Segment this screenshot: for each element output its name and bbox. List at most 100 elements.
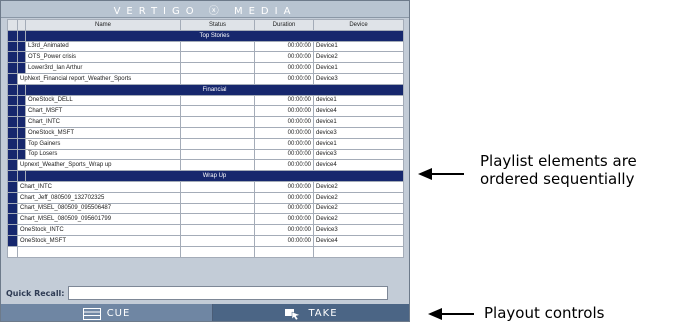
playlist-window: VERTIGO ⓧ MEDIA Name Status Duration Dev… [0,0,410,322]
playlist-row[interactable]: Chart_MSEL_080509_095601799 00:00:00 Devic… [7,213,404,226]
cell-status [180,245,255,258]
column-header-name[interactable]: Name [25,19,181,31]
playout-controls: CUE TAKE [1,304,409,321]
row-gutter [7,159,18,172]
quick-recall-input[interactable] [67,286,388,300]
cell-duration [254,245,314,258]
cell-device: Device2 [313,51,404,64]
cell-name: Top Gainers [25,137,181,150]
row-indent [17,105,26,118]
row-gutter [7,245,18,258]
cell-name: OneStock_MSFT [17,234,181,247]
playlist-row[interactable]: Chart_MSFT 00:00:00 device4 [7,105,404,118]
cue-button[interactable]: CUE [1,304,213,321]
playlist-row[interactable]: Chart_INTC 00:00:00 device1 [7,116,404,128]
row-gutter [7,213,18,226]
cell-name: Chart_INTC [25,116,181,128]
header-gutter [7,19,18,31]
row-gutter [7,170,18,182]
row-indent [17,51,26,64]
playlist-arrow-icon [418,168,464,180]
row-indent [17,137,26,150]
cell-status [180,159,255,172]
cell-name: OneStock_INTC [17,224,181,236]
row-gutter [7,191,18,204]
section-header-row[interactable]: Top Stories [7,29,404,42]
cell-device: Device1 [313,62,404,74]
cell-name [17,245,181,258]
playlist-annotation: Playlist elements are ordered sequential… [480,152,637,188]
cell-name: Top Losers [25,148,181,161]
cell-name: Upnext_Weather_Sports_Wrap up [17,159,181,172]
playlist-row[interactable]: Chart_MSEL_080509_095506487 00:00:00 Devic… [7,202,404,215]
cell-status [180,62,255,74]
cell-device: Device3 [313,224,404,236]
cell-device: Device2 [313,180,404,193]
row-indent [17,40,26,53]
cell-duration: 00:00:00 [254,137,314,150]
playlist-row[interactable]: UpNext_Financial report_Weather_Sports 00… [7,72,404,85]
empty-row [7,245,404,258]
row-indent [17,116,26,128]
take-button[interactable]: TAKE [213,304,409,321]
cell-device: device3 [313,148,404,161]
row-gutter [17,29,26,42]
cue-label: CUE [106,308,131,319]
cell-device: Device2 [313,191,404,204]
row-gutter [7,72,18,85]
cell-device: device4 [313,159,404,172]
column-header-status[interactable]: Status [180,19,255,31]
header-gutter [17,19,26,31]
row-gutter [7,224,18,236]
cell-duration: 00:00:00 [254,234,314,247]
playlist-row[interactable]: Top Gainers 00:00:00 device1 [7,137,404,150]
cell-duration: 00:00:00 [254,191,314,204]
cell-device: device3 [313,126,404,139]
playlist-row[interactable]: Lower3rd_Ian Arthur 00:00:00 Device1 [7,62,404,74]
cell-device: device1 [313,116,404,128]
row-gutter [7,105,18,118]
table-header-row: Name Status Duration Device [7,19,404,31]
quick-recall-bar: Quick Recall: [3,284,407,302]
cell-status [180,137,255,150]
row-gutter [7,116,18,128]
section-header-row[interactable]: Financial [7,83,404,96]
playlist-row[interactable]: OneStock_DELL 00:00:00 device1 [7,94,404,107]
cell-name: Lower3rd_Ian Arthur [25,62,181,74]
playlist-row[interactable]: OneStock_INTC 00:00:00 Device3 [7,224,404,236]
cell-status [180,116,255,128]
playlist-row[interactable]: OTS_Power crisis 00:00:00 Device2 [7,51,404,64]
cell-status [180,234,255,247]
cell-status [180,72,255,85]
brand-header: VERTIGO ⓧ MEDIA [1,1,409,18]
row-indent [17,148,26,161]
playlist-row[interactable]: Upnext_Weather_Sports_Wrap up 00:00:00 dev… [7,159,404,172]
cell-status [180,191,255,204]
cell-status [180,148,255,161]
section-header-row[interactable]: Wrap Up [7,170,404,182]
cell-status [180,224,255,236]
row-gutter [7,83,18,96]
section-title: Financial [25,83,404,96]
cell-name: OTS_Power crisis [25,51,181,64]
cell-duration: 00:00:00 [254,72,314,85]
playlist-row[interactable]: Top Losers 00:00:00 device3 [7,148,404,161]
playlist-row[interactable]: L3rd_Animated 00:00:00 Device1 [7,40,404,53]
cell-duration: 00:00:00 [254,62,314,74]
cell-duration: 00:00:00 [254,126,314,139]
playlist-row[interactable]: Chart_Jeff_080509_132702325 00:00:00 Devic… [7,191,404,204]
playlist-row[interactable]: OneStock_MSFT 00:00:00 device3 [7,126,404,139]
row-gutter [7,94,18,107]
cell-status [180,105,255,118]
playlist-row[interactable]: OneStock_MSFT 00:00:00 Device4 [7,234,404,247]
cell-duration: 00:00:00 [254,94,314,107]
playlist-row[interactable]: Chart_INTC 00:00:00 Device2 [7,180,404,193]
row-gutter [17,170,26,182]
column-header-device[interactable]: Device [313,19,404,31]
cell-name: L3rd_Animated [25,40,181,53]
row-indent [17,94,26,107]
cell-duration: 00:00:00 [254,159,314,172]
cell-status [180,213,255,226]
column-header-duration[interactable]: Duration [254,19,314,31]
cell-name: Chart_MSFT [25,105,181,118]
